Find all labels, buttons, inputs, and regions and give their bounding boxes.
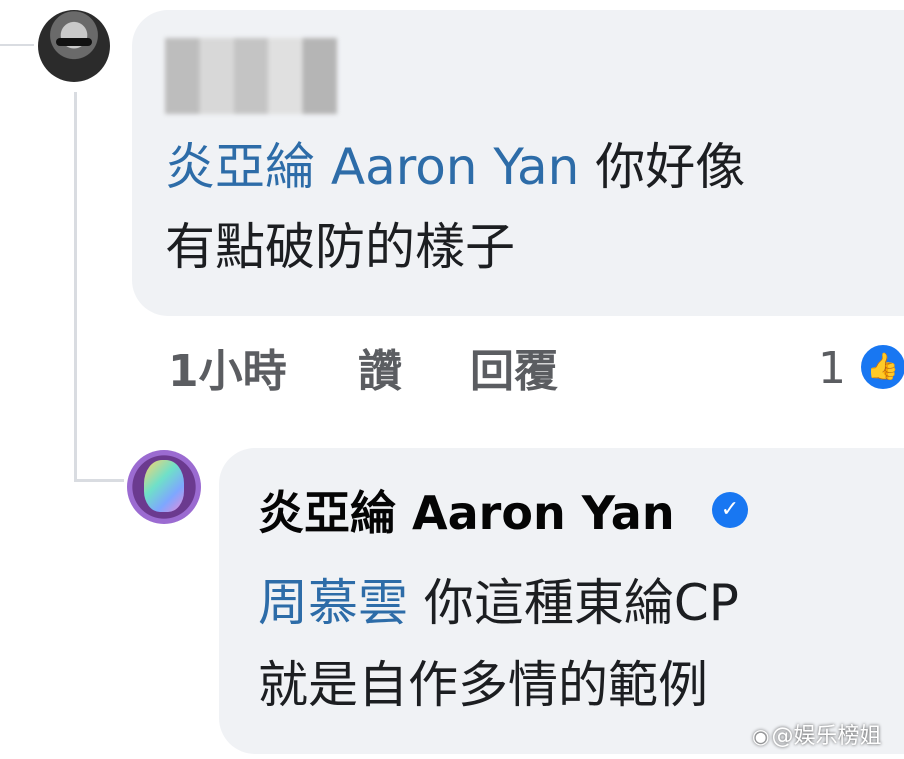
watermark-text: @娱乐榜姐 (771, 724, 882, 749)
comment-text-line1: 炎亞綸 Aaron Yan 你好像 (165, 142, 745, 192)
reply-text-rest: 你這種東綸CP (408, 574, 739, 632)
avatar-sunglasses (56, 38, 92, 46)
blurred-commenter-name (165, 38, 337, 114)
thread-connector-top (0, 44, 34, 46)
comment-text-line2: 有點破防的樣子 (165, 218, 515, 276)
thumbs-up-icon[interactable]: 👍 (858, 342, 904, 392)
reply-text-line1: 周慕雲 你這種東綸CP (258, 578, 739, 628)
comment-timestamp[interactable]: 1小時 (168, 350, 287, 394)
like-button[interactable]: 讚 (358, 350, 402, 394)
comment-mention[interactable]: 炎亞綸 Aaron Yan (165, 138, 579, 196)
avatar-figure (144, 460, 184, 512)
reply-author-avatar[interactable] (127, 450, 201, 524)
reply-text-line2: 就是自作多情的範例 (258, 656, 708, 714)
weibo-logo-icon: ◉ (752, 724, 770, 748)
thread-connector-reply (74, 479, 124, 482)
reply-button[interactable]: 回覆 (470, 350, 558, 394)
like-count[interactable]: 1 (818, 347, 846, 391)
thread-connector-vertical (74, 92, 77, 482)
reply-mention[interactable]: 周慕雲 (258, 574, 408, 632)
verified-check-icon: ✓ (712, 492, 748, 528)
commenter-avatar[interactable] (38, 10, 110, 82)
reply-author-name[interactable]: 炎亞綸 Aaron Yan (258, 490, 675, 536)
weibo-watermark: ◉@娱乐榜姐 (752, 726, 881, 748)
comment-text-rest: 你好像 (579, 138, 746, 196)
